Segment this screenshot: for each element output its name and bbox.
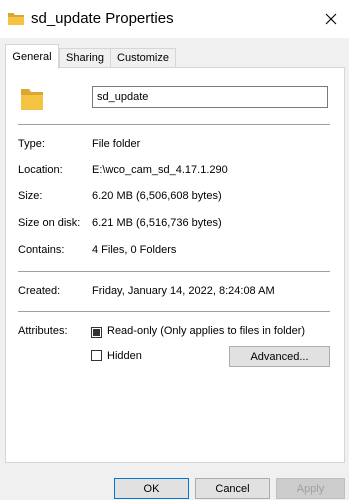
tab-customize[interactable]: Customize: [110, 48, 176, 68]
size-label: Size:: [18, 190, 43, 202]
attributes-label: Attributes:: [18, 325, 68, 337]
location-value: E:\wco_cam_sd_4.17.1.290: [92, 164, 228, 176]
folder-icon: [8, 13, 24, 25]
ok-button[interactable]: OK: [114, 478, 189, 499]
contains-value: 4 Files, 0 Folders: [92, 244, 177, 256]
size-on-disk-value: 6.21 MB (6,516,736 bytes): [92, 217, 222, 229]
location-label: Location:: [18, 164, 63, 176]
separator: [18, 124, 330, 125]
folder-large-icon: [21, 89, 43, 110]
size-value: 6.20 MB (6,506,608 bytes): [92, 190, 222, 202]
readonly-label[interactable]: Read-only (Only applies to files in fold…: [107, 325, 305, 337]
cancel-button[interactable]: Cancel: [195, 478, 270, 499]
close-icon: [325, 13, 337, 25]
window-title: sd_update Properties: [31, 10, 174, 27]
contains-label: Contains:: [18, 244, 65, 256]
readonly-checkbox[interactable]: [91, 327, 102, 338]
hidden-label[interactable]: Hidden: [107, 350, 142, 362]
separator: [18, 271, 330, 272]
created-value: Friday, January 14, 2022, 8:24:08 AM: [92, 285, 275, 297]
folder-name-input[interactable]: [92, 86, 328, 108]
type-value: File folder: [92, 138, 141, 150]
tab-sharing[interactable]: Sharing: [59, 48, 111, 68]
general-panel: [5, 67, 345, 463]
separator: [18, 311, 330, 312]
size-on-disk-label: Size on disk:: [18, 217, 81, 229]
apply-button[interactable]: Apply: [276, 478, 345, 499]
created-label: Created:: [18, 285, 61, 297]
type-label: Type:: [18, 138, 45, 150]
close-button[interactable]: [319, 7, 343, 31]
title-bar: sd_update Properties: [0, 0, 349, 38]
advanced-button[interactable]: Advanced...: [229, 346, 330, 367]
hidden-checkbox[interactable]: [91, 350, 102, 361]
tab-general[interactable]: General: [5, 44, 59, 69]
